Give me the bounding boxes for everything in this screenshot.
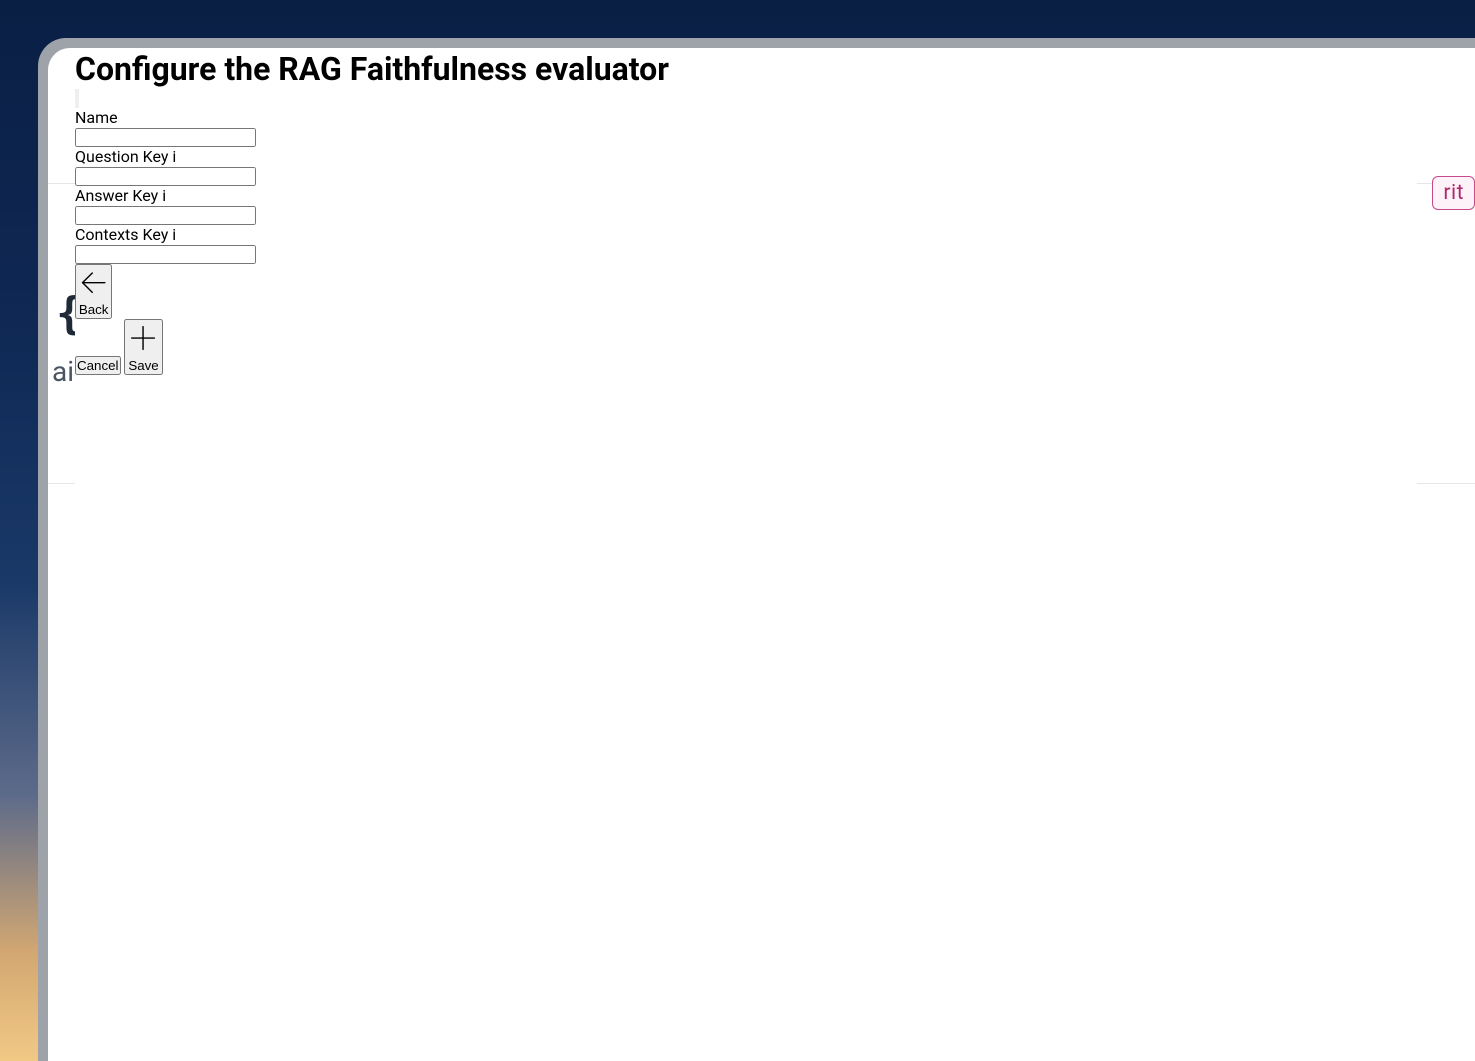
back-button[interactable]: Back (75, 264, 112, 319)
contexts-key-label-row: Contexts Key i (75, 225, 1417, 244)
answer-key-label: Answer Key (75, 186, 158, 205)
back-button-label: Back (79, 302, 109, 317)
contexts-key-input[interactable] (75, 245, 256, 264)
answer-key-label-row: Answer Key i (75, 186, 1417, 205)
question-key-field-group: Question Key i (75, 147, 1417, 186)
modal-header: Configure the RAG Faithfulness evaluator (75, 50, 1417, 108)
arrow-left-icon (77, 266, 110, 299)
name-input[interactable] (75, 128, 256, 147)
name-label: Name (75, 108, 118, 127)
name-field-group: Name (75, 108, 1417, 147)
question-key-label-row: Question Key i (75, 147, 1417, 166)
modal-footer: Back Cancel Save (75, 264, 1417, 375)
footer-right-buttons: Cancel Save (75, 319, 1417, 375)
question-key-label: Question Key (75, 147, 168, 166)
modal-title: Configure the RAG Faithfulness evaluator (75, 50, 1417, 88)
info-icon[interactable]: i (172, 225, 176, 244)
cancel-button[interactable]: Cancel (75, 356, 121, 375)
form-body: Name Question Key i Answer Key i (75, 108, 1417, 264)
modal-overlay: Configure the RAG Faithfulness evaluator… (0, 0, 1475, 1061)
question-key-input[interactable] (75, 167, 256, 186)
answer-key-field-group: Answer Key i (75, 186, 1417, 225)
save-button-label: Save (128, 358, 158, 373)
save-button[interactable]: Save (124, 319, 162, 375)
answer-key-input[interactable] (75, 206, 256, 225)
configure-evaluator-modal: Configure the RAG Faithfulness evaluator… (75, 50, 1417, 1005)
info-icon[interactable]: i (162, 186, 166, 205)
contexts-key-label: Contexts Key (75, 225, 168, 244)
close-button[interactable] (75, 89, 79, 108)
name-label-row: Name (75, 108, 1417, 127)
cancel-button-label: Cancel (77, 358, 119, 373)
plus-icon (126, 321, 160, 355)
contexts-key-field-group: Contexts Key i (75, 225, 1417, 264)
info-icon[interactable]: i (172, 147, 176, 166)
